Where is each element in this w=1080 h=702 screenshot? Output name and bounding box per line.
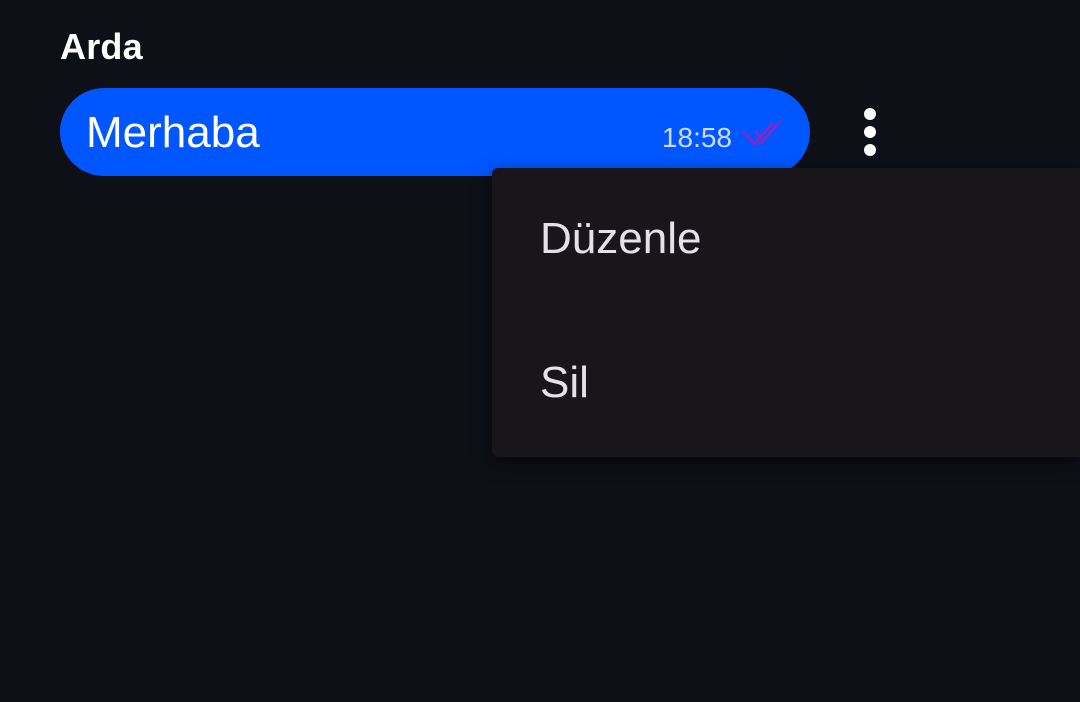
sender-name: Arda [60, 26, 143, 67]
double-check-icon [742, 120, 782, 146]
message-text: Merhaba [86, 108, 260, 157]
more-dot [864, 144, 876, 156]
chat-screen: Arda Merhaba 18:58 Düzenle Sil [0, 0, 1080, 702]
menu-item-edit[interactable]: Düzenle [492, 168, 1080, 312]
more-dot [864, 126, 876, 138]
more-vertical-icon[interactable] [846, 100, 894, 164]
message-bubble[interactable]: Merhaba 18:58 [60, 88, 810, 176]
menu-item-label: Düzenle [540, 214, 702, 263]
context-menu: Düzenle Sil [492, 168, 1080, 457]
more-dot [864, 108, 876, 120]
message-time: 18:58 [661, 122, 732, 153]
menu-item-label: Sil [540, 358, 589, 407]
menu-item-delete[interactable]: Sil [492, 312, 1080, 456]
